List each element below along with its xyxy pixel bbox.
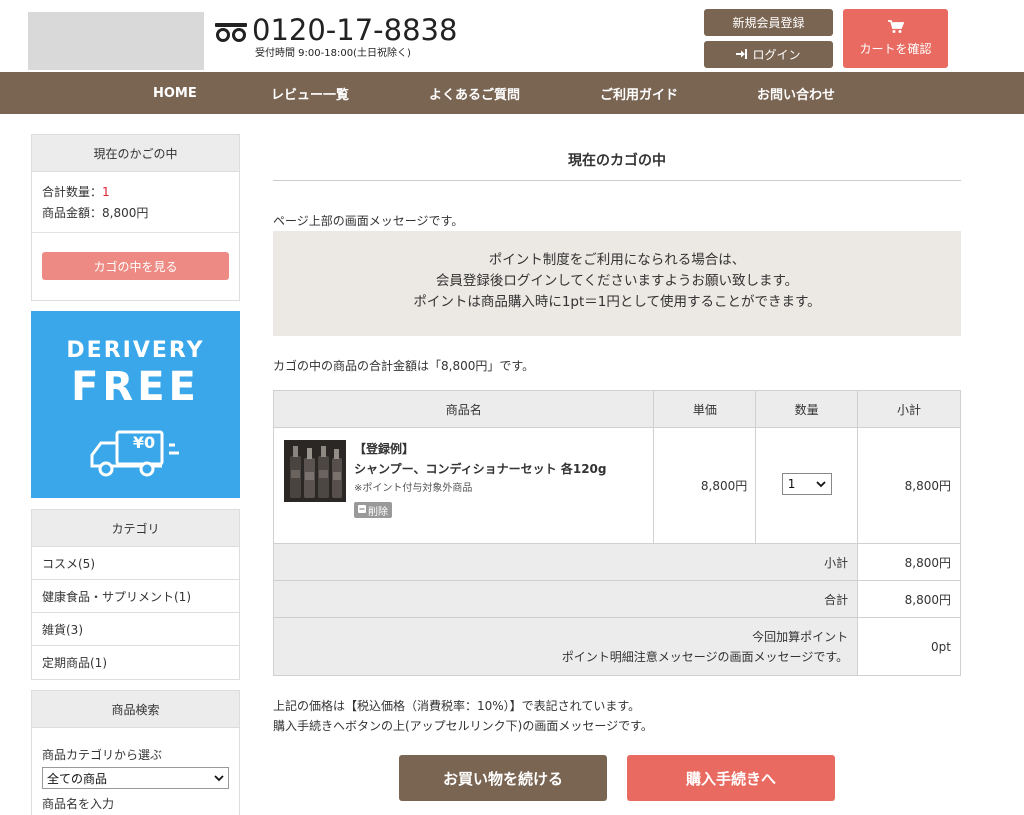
banner-line1: DERIVERY — [66, 338, 205, 363]
summary-subtotal-value: 8,800円 — [857, 543, 961, 581]
nav-item-reviews[interactable]: レビュー一覧 — [271, 72, 349, 114]
view-cart-button[interactable]: カゴの中を見る — [42, 252, 229, 280]
summary-points-label: 今回加算ポイント ポイント明細注意メッセージの画面メッセージです。 — [272, 617, 859, 676]
point-line-3: ポイントは商品購入時に1pt＝1円として使用することができます。 — [413, 294, 821, 310]
login-icon — [736, 48, 748, 62]
points-label: 今回加算ポイント — [752, 629, 849, 644]
summary-row-points: 今回加算ポイント ポイント明細注意メッセージの画面メッセージです。 0pt — [272, 617, 961, 676]
nav-item-contact[interactable]: お問い合わせ — [757, 72, 835, 114]
login-button[interactable]: ログイン — [704, 41, 833, 68]
login-label: ログイン — [752, 48, 801, 62]
point-line-2: 会員登録後ログインしてくださいますようお願い致します。 — [435, 273, 799, 289]
sidebar-search-title: 商品検索 — [32, 691, 239, 728]
cart-amount-line: 商品金額：8,800円 — [42, 206, 149, 220]
search-category-value: 全ての商品 — [47, 771, 108, 786]
column-header-product: 商品名 — [272, 390, 655, 428]
product-name[interactable]: シャンプー、コンディショナーセット 各120g — [354, 457, 607, 481]
search-category-select[interactable]: 全ての商品 — [42, 767, 229, 789]
cart-button[interactable]: カートを確認 — [843, 9, 948, 68]
global-nav: HOME レビュー一覧 よくあるご質問 ご利用ガイド お問い合わせ — [0, 72, 1024, 114]
search-category-label: 商品カテゴリから選ぶ — [42, 748, 163, 762]
sidebar-category-box: カテゴリ コスメ(5) 健康食品・サプリメント(1) 雑貨(3) 定期商品(1) — [31, 509, 240, 680]
column-header-price: 単価 — [653, 390, 757, 428]
cart-table: 商品名 単価 数量 小計 【登録例】 シャンプー、コンディショナーセット 各12… — [272, 390, 961, 676]
point-notice: ポイント制度をご利用になられる場合は、 会員登録後ログインしてくださいますようお… — [273, 231, 961, 336]
register-button[interactable]: 新規会員登録 — [704, 9, 833, 36]
cart-qty-value: 1 — [102, 185, 110, 199]
chevron-down-icon — [214, 771, 224, 785]
nav-item-faq[interactable]: よくあるご質問 — [429, 72, 520, 114]
nav-item-guide[interactable]: ご利用ガイド — [600, 72, 678, 114]
sidebar-cart-box: 現在のかごの中 合計数量：1 商品金額：8,800円 カゴの中を見る — [31, 134, 240, 301]
product-tag: 【登録例】 — [354, 442, 415, 456]
column-header-subtotal: 小計 — [857, 390, 961, 428]
summary-total-label: 合計 — [272, 580, 859, 618]
divider — [32, 232, 239, 233]
upsell-message: 購入手続きへボタンの上(アップセルリンク下)の画面メッセージです。 — [273, 719, 653, 733]
search-name-label: 商品名を入力 — [42, 797, 115, 811]
sidebar-category-title: カテゴリ — [32, 510, 239, 547]
total-message: カゴの中の商品の合計金額は「8,800円」です。 — [273, 359, 535, 373]
cart-qty-line: 合計数量：1 — [42, 182, 229, 203]
top-message: ページ上部の画面メッセージです。 — [273, 214, 464, 228]
table-header-row: 商品名 単価 数量 小計 — [272, 390, 961, 428]
minus-icon — [358, 504, 366, 516]
points-note: ポイント明細注意メッセージの画面メッセージです。 — [561, 649, 849, 664]
product-cell: 【登録例】 シャンプー、コンディショナーセット 各120g ※ポイント付与対象外… — [272, 427, 655, 544]
checkout-button[interactable]: 購入手続きへ — [627, 755, 835, 801]
summary-row-subtotal: 小計 8,800円 — [272, 543, 961, 581]
nav-item-home[interactable]: HOME — [153, 72, 197, 114]
sidebar-search-box: 商品検索 商品カテゴリから選ぶ 全ての商品 商品名を入力 — [31, 690, 240, 815]
banner-line2: FREE — [71, 364, 200, 410]
banner-price-tag: ¥0 — [132, 433, 156, 452]
free-delivery-banner[interactable]: DERIVERY FREE ¥0 — [31, 311, 240, 498]
category-item-cosme[interactable]: コスメ(5) — [32, 547, 239, 580]
cart-label: カートを確認 — [859, 42, 932, 56]
point-line-1: ポイント制度をご利用になられる場合は、 — [488, 252, 746, 268]
quantity-value: 1 — [787, 476, 796, 491]
phone-number: 0120-17-8838 — [252, 13, 458, 47]
site-logo-placeholder[interactable] — [28, 12, 204, 70]
page-title: 現在のカゴの中 — [273, 138, 961, 181]
free-dial-icon — [214, 22, 248, 42]
chevron-down-icon — [816, 477, 826, 491]
tax-message-block: 上記の価格は【税込価格（消費税率：10%）】で表記されています。 購入手続きへボ… — [273, 696, 653, 736]
row-subtotal: 8,800円 — [857, 427, 961, 544]
continue-shopping-button[interactable]: お買い物を続ける — [399, 755, 607, 801]
product-note: ※ポイント付与対象外商品 — [354, 483, 473, 494]
tax-message: 上記の価格は【税込価格（消費税率：10%）】で表記されています。 — [273, 699, 641, 713]
summary-total-value: 8,800円 — [857, 580, 961, 618]
column-header-qty: 数量 — [755, 390, 859, 428]
unit-price: 8,800円 — [653, 427, 757, 544]
sidebar-cart-info: 合計数量：1 商品金額：8,800円 — [32, 172, 239, 232]
category-item-subscription[interactable]: 定期商品(1) — [32, 646, 239, 679]
category-item-goods[interactable]: 雑貨(3) — [32, 613, 239, 646]
delete-button[interactable]: 削除 — [354, 502, 392, 518]
table-row: 【登録例】 シャンプー、コンディショナーセット 各120g ※ポイント付与対象外… — [272, 427, 961, 544]
cart-qty-label: 合計数量： — [42, 185, 103, 199]
product-thumbnail[interactable] — [284, 440, 346, 502]
summary-subtotal-label: 小計 — [272, 543, 859, 581]
cart-icon — [887, 20, 904, 37]
category-item-health[interactable]: 健康食品・サプリメント(1) — [32, 580, 239, 613]
qty-cell: 1 — [755, 427, 859, 544]
delete-label: 削除 — [368, 506, 388, 518]
summary-points-value: 0pt — [857, 617, 961, 676]
quantity-select[interactable]: 1 — [781, 472, 832, 495]
sidebar-cart-title: 現在のかごの中 — [32, 135, 239, 172]
summary-row-total: 合計 8,800円 — [272, 580, 961, 618]
phone-contact: 0120-17-8838 受付時間 9:00-18:00(土日祝除く) — [214, 14, 457, 59]
